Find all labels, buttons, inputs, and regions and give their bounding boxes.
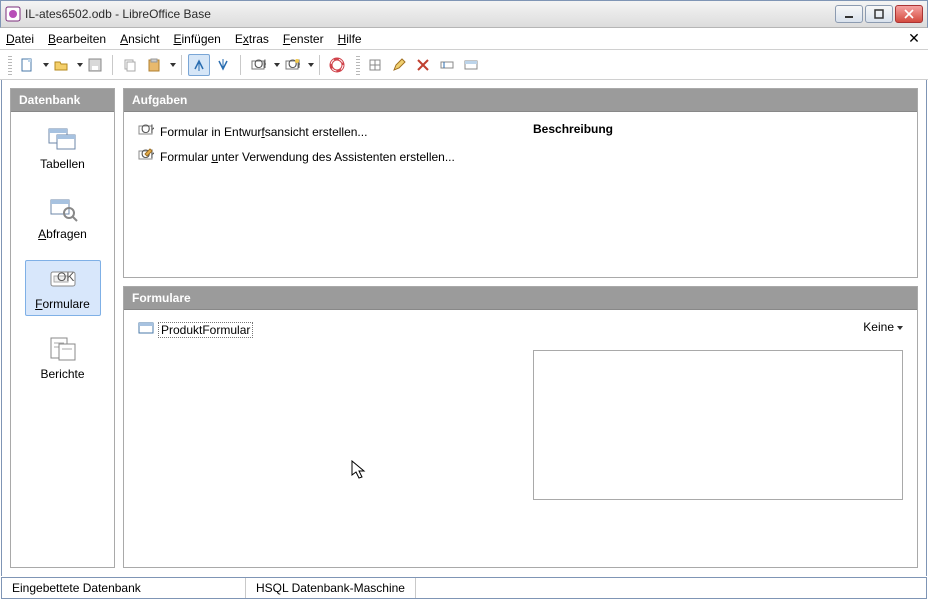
rename-tool-button[interactable] xyxy=(436,54,458,76)
tables-icon xyxy=(47,125,79,153)
sidebar-item-label: Tabellen xyxy=(40,157,85,171)
form-wizard-dropdown[interactable] xyxy=(305,63,313,67)
task-label: Formular unter Verwendung des Assistente… xyxy=(160,150,455,164)
window-title: IL-ates6502.odb - LibreOffice Base xyxy=(25,7,835,21)
toolbar: OK OK xyxy=(0,50,928,80)
sidebar-item-tables[interactable]: Tabellen xyxy=(25,120,101,176)
form-wizard-button[interactable]: OK xyxy=(281,54,303,76)
menu-help[interactable]: Hilfe xyxy=(338,32,362,46)
grip-icon xyxy=(356,55,360,75)
tasks-panel: Aufgaben OK Formular in Entwurfsansicht e… xyxy=(123,88,918,278)
sidebar-item-label: Formulare xyxy=(35,297,90,311)
sidebar-item-label: Abfragen xyxy=(38,227,87,241)
task-label: Formular in Entwurfsansicht erstellen... xyxy=(160,125,367,139)
close-button[interactable] xyxy=(895,5,923,23)
new-button[interactable] xyxy=(16,54,38,76)
paste-dropdown[interactable] xyxy=(167,63,175,67)
menu-file[interactable]: Datei xyxy=(6,32,34,46)
open-dropdown[interactable] xyxy=(74,63,82,67)
tasks-header: Aufgaben xyxy=(124,89,917,112)
menu-insert[interactable]: Einfügen xyxy=(173,32,220,46)
menu-edit[interactable]: Bearbeiten xyxy=(48,32,106,46)
sidebar-item-reports[interactable]: Berichte xyxy=(25,330,101,386)
menu-bar: Datei Bearbeiten Ansicht Einfügen Extras… xyxy=(0,28,928,50)
minimize-button[interactable] xyxy=(835,5,863,23)
sidebar-header: Datenbank xyxy=(11,89,114,112)
view-selector[interactable]: Keine xyxy=(863,320,903,334)
svg-text:OK: OK xyxy=(57,270,74,284)
preview-box xyxy=(533,350,903,500)
database-sidebar: Datenbank Tabellen Abfragen OK Formulare Ber… xyxy=(10,88,115,568)
reports-icon xyxy=(47,335,79,363)
svg-text:OK: OK xyxy=(288,57,300,71)
forms-panel: Formulare ProduktFormular Keine xyxy=(123,286,918,568)
status-embedded: Eingebettete Datenbank xyxy=(2,578,246,598)
sidebar-item-forms[interactable]: OK Formulare xyxy=(25,260,101,316)
queries-icon xyxy=(47,195,79,223)
paste-button[interactable] xyxy=(143,54,165,76)
forms-icon: OK xyxy=(47,265,79,293)
save-button[interactable] xyxy=(84,54,106,76)
form-design-button[interactable]: OK xyxy=(247,54,269,76)
delete-tool-button[interactable] xyxy=(412,54,434,76)
status-bar: Eingebettete Datenbank HSQL Datenbank-Ma… xyxy=(1,577,927,599)
app-icon xyxy=(5,6,21,22)
menu-view[interactable]: Ansicht xyxy=(120,32,159,46)
grip-icon xyxy=(8,55,12,75)
description-label: Beschreibung xyxy=(533,122,903,136)
sort-asc-button[interactable] xyxy=(188,54,210,76)
open-button[interactable] xyxy=(50,54,72,76)
form-object[interactable]: ProduktFormular xyxy=(138,320,253,339)
table-tool-button[interactable] xyxy=(364,54,386,76)
help-button[interactable] xyxy=(326,54,348,76)
form-design-icon: OK xyxy=(138,122,154,141)
svg-text:OK: OK xyxy=(254,57,266,71)
sidebar-item-label: Berichte xyxy=(40,367,84,381)
form-design-dropdown[interactable] xyxy=(271,63,279,67)
title-bar: IL-ates6502.odb - LibreOffice Base xyxy=(0,0,928,28)
copy-button[interactable] xyxy=(119,54,141,76)
forms-header: Formulare xyxy=(124,287,917,310)
content-area: Datenbank Tabellen Abfragen OK Formulare Ber… xyxy=(1,80,927,576)
svg-text:OK: OK xyxy=(141,122,154,136)
maximize-button[interactable] xyxy=(865,5,893,23)
task-item[interactable]: OK Formular unter Verwendung des Assisten… xyxy=(138,147,513,166)
menu-tools[interactable]: Extras xyxy=(235,32,269,46)
view-selector-label: Keine xyxy=(863,320,894,334)
task-item[interactable]: OK Formular in Entwurfsansicht erstellen.… xyxy=(138,122,513,141)
sort-desc-button[interactable] xyxy=(212,54,234,76)
sidebar-item-queries[interactable]: Abfragen xyxy=(25,190,101,246)
open-tool-button[interactable] xyxy=(460,54,482,76)
form-icon xyxy=(138,320,154,339)
menu-window[interactable]: Fenster xyxy=(283,32,324,46)
status-engine: HSQL Datenbank-Maschine xyxy=(246,578,416,598)
close-document-button[interactable]: ✕ xyxy=(906,31,922,47)
new-dropdown[interactable] xyxy=(40,63,48,67)
form-wizard-icon: OK xyxy=(138,147,154,166)
edit-tool-button[interactable] xyxy=(388,54,410,76)
form-object-name: ProduktFormular xyxy=(158,322,253,338)
